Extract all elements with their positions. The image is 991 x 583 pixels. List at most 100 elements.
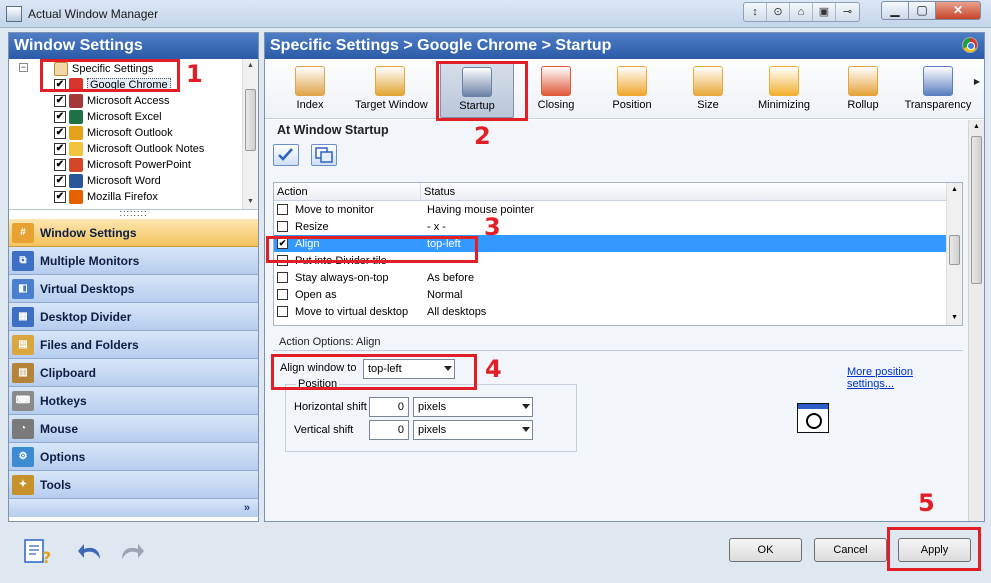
tree-item-checkbox[interactable]: ✔ (54, 79, 66, 91)
action-checkbox[interactable] (277, 306, 288, 317)
tree-item-checkbox[interactable]: ✔ (54, 111, 66, 123)
tree-item[interactable]: ✔ Microsoft Word (54, 173, 161, 189)
toolbar-more-icon[interactable]: ▶ (974, 77, 980, 86)
nav-item[interactable]: ✦ Tools (9, 471, 258, 499)
content-scroll-up-icon[interactable]: ▲ (969, 120, 984, 134)
tree-scroll-thumb[interactable] (245, 89, 256, 151)
tree-item-checkbox[interactable]: ✔ (54, 175, 66, 187)
nav-item[interactable]: ⧉ Multiple Monitors (9, 247, 258, 275)
nav-item[interactable]: ▤ Files and Folders (9, 331, 258, 359)
title-tool-4-icon[interactable]: ▣ (813, 3, 836, 21)
tool-startup[interactable]: Startup (440, 62, 514, 118)
scroll-up-icon[interactable]: ▲ (243, 59, 258, 73)
close-button[interactable]: ✕ (935, 1, 981, 20)
tree-item[interactable]: ✔ Microsoft PowerPoint (54, 157, 191, 173)
tree-item[interactable]: ✔ Microsoft Excel (54, 109, 162, 125)
tree-root[interactable]: Specific Settings (51, 61, 153, 77)
action-checkbox[interactable] (277, 272, 288, 283)
tree-item[interactable]: ✔ Microsoft Access (54, 93, 170, 109)
grid-scroll-up-icon[interactable]: ▲ (947, 183, 962, 197)
title-tool-3-icon[interactable]: ⌂ (790, 3, 813, 21)
nav-more-button[interactable]: » (9, 499, 258, 517)
horizontal-unit-select[interactable]: pixels (413, 397, 533, 417)
scroll-down-icon[interactable]: ▼ (243, 195, 258, 209)
tree-item-checkbox[interactable]: ✔ (54, 191, 66, 203)
tree-item-checkbox[interactable]: ✔ (54, 143, 66, 155)
tool-transparency[interactable]: Transparency (903, 62, 973, 118)
tree-item-checkbox[interactable]: ✔ (54, 95, 66, 107)
tool-rollup[interactable]: Rollup (828, 62, 898, 118)
nav-item[interactable]: ⌨ Hotkeys (9, 387, 258, 415)
horizontal-shift-input[interactable]: 0 (369, 397, 409, 417)
title-tool-2-icon[interactable]: ⊙ (767, 3, 790, 21)
content-scroll-thumb[interactable] (971, 136, 982, 284)
tree-item[interactable]: ✔ Microsoft Outlook (54, 125, 173, 141)
table-row[interactable]: Resize - x - (274, 218, 962, 235)
tree-item-checkbox[interactable]: ✔ (54, 159, 66, 171)
vertical-shift-input[interactable]: 0 (369, 420, 409, 440)
ok-button[interactable]: OK (729, 538, 802, 562)
nav-item-icon: ⚙ (12, 446, 34, 467)
tree-expander[interactable]: − (19, 63, 28, 72)
grid-scrollbar[interactable]: ▲ ▼ (946, 183, 962, 325)
grid-scroll-down-icon[interactable]: ▼ (947, 311, 962, 325)
table-row[interactable]: Put into Divider tile (274, 252, 962, 269)
title-tool-5-icon[interactable]: ⊸ (836, 3, 859, 21)
table-row[interactable]: Move to virtual desktop All desktops (274, 303, 962, 320)
action-checkbox[interactable]: ✔ (277, 238, 288, 249)
help-icon[interactable]: ? (22, 537, 52, 567)
undo-icon[interactable] (76, 537, 106, 567)
col-status-header[interactable]: Status (421, 183, 945, 200)
maximize-button[interactable]: ▢ (908, 1, 935, 20)
vertical-shift-label: Vertical shift (294, 424, 354, 436)
redo-icon[interactable] (116, 537, 146, 567)
splitter-grip[interactable]: :::::::: (9, 209, 258, 219)
copy-settings-icon[interactable] (311, 144, 337, 166)
check-all-icon[interactable] (273, 144, 299, 166)
table-row[interactable]: Open as Normal (274, 286, 962, 303)
tree-item[interactable]: ✔ Microsoft Outlook Notes (54, 141, 204, 157)
table-row[interactable]: Stay always-on-top As before (274, 269, 962, 286)
tree-item-checkbox[interactable]: ✔ (54, 127, 66, 139)
tree-scrollbar[interactable]: ▲ ▼ (242, 59, 258, 209)
tool-icon (295, 66, 325, 96)
action-checkbox[interactable] (277, 289, 288, 300)
nav-item[interactable]: ▥ Clipboard (9, 359, 258, 387)
nav-item[interactable]: ⚙ Options (9, 443, 258, 471)
action-checkbox[interactable] (277, 204, 288, 215)
action-checkbox[interactable] (277, 255, 288, 266)
tool-closing[interactable]: Closing (521, 62, 591, 118)
tool-target-window[interactable]: Target Window (355, 62, 428, 118)
horizontal-shift-label: Horizontal shift (294, 401, 367, 413)
nav-item[interactable]: ◔ Mouse (9, 415, 258, 443)
table-row[interactable]: Move to monitor Having mouse pointer (274, 201, 962, 218)
nav-item-label: Options (40, 449, 86, 464)
content-scrollbar[interactable]: ▲ (968, 120, 984, 521)
action-checkbox[interactable] (277, 221, 288, 232)
tree-item[interactable]: ✔ Google Chrome (54, 77, 171, 93)
nav-item[interactable]: ◧ Virtual Desktops (9, 275, 258, 303)
vertical-unit-select[interactable]: pixels (413, 420, 533, 440)
apply-button[interactable]: Apply (898, 538, 971, 562)
table-row[interactable]: ✔ Align top-left (274, 235, 962, 252)
tool-minimizing[interactable]: Minimizing (749, 62, 819, 118)
more-position-settings-link[interactable]: More position settings... (847, 366, 963, 390)
nav-item[interactable]: # Window Settings (9, 219, 258, 247)
align-select[interactable]: top-left (363, 359, 455, 379)
col-action-header[interactable]: Action (274, 183, 421, 200)
grid-scroll-thumb[interactable] (949, 235, 960, 265)
tree-item[interactable]: ✔ Mozilla Firefox (54, 189, 158, 205)
minimize-button[interactable]: ▁ (881, 1, 908, 20)
tool-index[interactable]: Index (275, 62, 345, 118)
nav-item[interactable]: ▦ Desktop Divider (9, 303, 258, 331)
cancel-button[interactable]: Cancel (814, 538, 887, 562)
tool-size[interactable]: Size (673, 62, 743, 118)
target-picker-icon[interactable] (797, 403, 829, 433)
tool-position[interactable]: Position (597, 62, 667, 118)
window-controls: ▁ ▢ ✕ (881, 1, 981, 20)
title-tool-1-icon[interactable]: ↕ (744, 3, 767, 21)
action-cell: Move to virtual desktop (274, 306, 424, 318)
annotation-number-2: 2 (474, 122, 491, 150)
access-icon (69, 94, 83, 108)
chevron-down-icon (444, 366, 452, 371)
